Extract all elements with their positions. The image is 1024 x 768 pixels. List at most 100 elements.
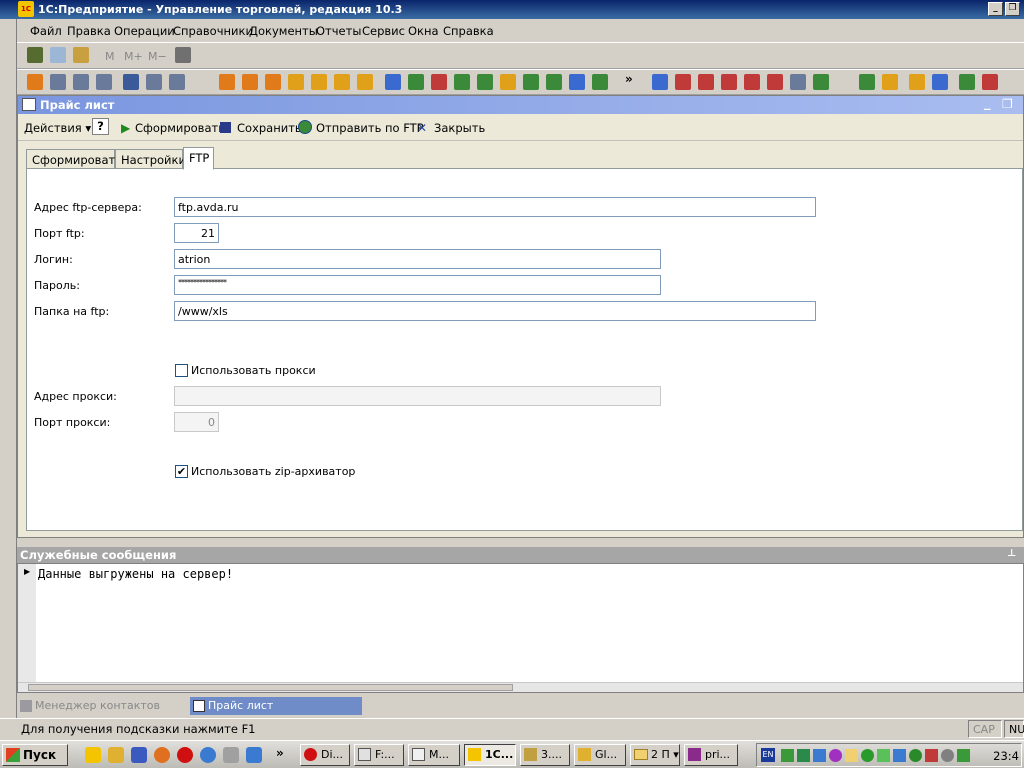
network-icon[interactable] xyxy=(813,749,826,762)
tray-icon-8[interactable] xyxy=(893,749,906,762)
report-icon-3[interactable] xyxy=(698,74,714,90)
journal-icon[interactable] xyxy=(27,74,43,90)
goods-icon-3[interactable] xyxy=(265,74,281,90)
report-icon[interactable] xyxy=(652,74,668,90)
pin-icon[interactable]: ⊥ xyxy=(1007,548,1016,559)
menu-help[interactable]: Справка xyxy=(443,24,494,38)
menu-file[interactable]: Файл xyxy=(30,24,62,38)
password-field[interactable]: **************** xyxy=(174,275,661,295)
warehouse-icon[interactable] xyxy=(311,74,327,90)
save-button[interactable]: Сохранить xyxy=(237,121,302,135)
ie-icon[interactable] xyxy=(200,747,216,763)
clock[interactable]: 23:4 xyxy=(993,749,1019,763)
menu-service[interactable]: Сервис xyxy=(362,24,405,38)
quicklaunch-app-icon[interactable] xyxy=(108,747,124,763)
refresh-icon[interactable] xyxy=(859,74,875,90)
printer-icon[interactable] xyxy=(50,74,66,90)
send-ftp-button[interactable]: Отправить по FTP xyxy=(316,121,424,135)
doc-restore-button[interactable]: ❐ xyxy=(1002,97,1013,111)
tray-icon-11[interactable] xyxy=(941,749,954,762)
tray-icon-9[interactable] xyxy=(909,749,922,762)
firefox-icon[interactable] xyxy=(154,747,170,763)
menu-edit[interactable]: Правка xyxy=(67,24,111,38)
tray-icon-6[interactable] xyxy=(861,749,874,762)
document-icon-5[interactable] xyxy=(477,74,493,90)
report-icon-4[interactable] xyxy=(744,74,760,90)
minimize-button[interactable]: _ xyxy=(988,2,1003,16)
taskbar-item-3[interactable]: M... xyxy=(408,744,460,766)
document-icon[interactable] xyxy=(385,74,401,90)
use-proxy-checkbox[interactable] xyxy=(175,364,188,377)
horizontal-scrollbar[interactable] xyxy=(18,682,1023,692)
document-icon-6[interactable] xyxy=(523,74,539,90)
report-icon-2[interactable] xyxy=(675,74,691,90)
users-icon[interactable] xyxy=(123,74,139,90)
ftp-address-field[interactable]: ftp.avda.ru xyxy=(174,197,816,217)
help-button[interactable]: ? xyxy=(92,118,109,135)
window-tab-contacts[interactable]: Менеджер контактов xyxy=(17,697,189,715)
use-zip-label[interactable]: Использовать zip-архиватор xyxy=(191,465,355,478)
menu-windows[interactable]: Окна xyxy=(408,24,439,38)
restore-button[interactable]: ❐ xyxy=(1005,2,1020,16)
document-icon-3[interactable] xyxy=(431,74,447,90)
window-tab-price-list[interactable]: Прайс лист xyxy=(190,697,362,715)
transfer-icon-2[interactable] xyxy=(982,74,998,90)
taskbar-item-1[interactable]: Di... xyxy=(300,744,350,766)
app-title-bar[interactable]: 1C 1С:Предприятие - Управление торговлей… xyxy=(0,0,1024,19)
report-icon-7[interactable] xyxy=(813,74,829,90)
quicklaunch-1c-icon[interactable] xyxy=(85,747,101,763)
toolbar-overflow-icon[interactable]: » xyxy=(625,72,633,86)
use-proxy-label[interactable]: Использовать прокси xyxy=(191,364,316,377)
memory-minus-button[interactable]: M− xyxy=(148,50,167,63)
close-button[interactable]: Закрыть xyxy=(434,121,485,135)
taskbar-item-7[interactable]: 2 П ▾ xyxy=(630,744,680,766)
tray-icon-1[interactable] xyxy=(781,749,794,762)
quicklaunch-folder-icon[interactable] xyxy=(223,747,239,763)
tab-ftp[interactable]: FTP xyxy=(183,147,214,170)
menu-reports[interactable]: Отчеты xyxy=(316,24,361,38)
document-title-bar[interactable]: Прайс лист _ ❐ xyxy=(18,96,1023,114)
printer-icon-2[interactable] xyxy=(73,74,89,90)
tab-settings[interactable]: Настройки xyxy=(115,149,186,169)
tray-icon-7[interactable] xyxy=(877,749,890,762)
report-icon-5[interactable] xyxy=(767,74,783,90)
goods-icon-2[interactable] xyxy=(242,74,258,90)
quicklaunch-disk-icon[interactable] xyxy=(131,747,147,763)
goods-icon[interactable] xyxy=(219,74,235,90)
quicklaunch-app2-icon[interactable] xyxy=(246,747,262,763)
tray-icon-10[interactable] xyxy=(925,749,938,762)
proxy-address-field[interactable] xyxy=(174,386,661,406)
taskbar-item-6[interactable]: Gl... xyxy=(574,744,626,766)
list-icon[interactable] xyxy=(146,74,162,90)
chart-icon[interactable] xyxy=(909,74,925,90)
calendar-icon[interactable] xyxy=(50,47,66,63)
menu-documents[interactable]: Документы xyxy=(249,24,318,38)
tray-icon-5[interactable] xyxy=(845,749,858,762)
opera-icon[interactable] xyxy=(177,747,193,763)
use-zip-checkbox[interactable]: ✔ xyxy=(175,465,188,478)
taskbar-item-8[interactable]: pri... xyxy=(684,744,738,766)
proxy-port-field[interactable]: 0 xyxy=(174,412,219,432)
taskbar-item-2[interactable]: F:... xyxy=(354,744,404,766)
exchange-icon[interactable] xyxy=(882,74,898,90)
start-button[interactable]: Пуск xyxy=(2,744,68,766)
document-icon-4[interactable] xyxy=(454,74,470,90)
document-icon-8[interactable] xyxy=(569,74,585,90)
calculator-icon[interactable] xyxy=(27,47,43,63)
chart-icon-2[interactable] xyxy=(932,74,948,90)
tab-generate[interactable]: Сформировать xyxy=(26,149,122,169)
document-icon-9[interactable] xyxy=(592,74,608,90)
report-icon-6[interactable] xyxy=(790,74,806,90)
coins-icon[interactable] xyxy=(288,74,304,90)
tools-icon[interactable] xyxy=(175,47,191,63)
coins-icon-2[interactable] xyxy=(334,74,350,90)
sum-icon[interactable] xyxy=(721,74,737,90)
quicklaunch-overflow-icon[interactable]: » xyxy=(276,746,284,760)
tray-icon-4[interactable] xyxy=(829,749,842,762)
scrollbar-thumb[interactable] xyxy=(28,684,513,691)
doc-minimize-button[interactable]: _ xyxy=(984,96,991,111)
actions-menu-button[interactable]: Действия ▾ xyxy=(24,121,91,135)
user-icon[interactable] xyxy=(73,47,89,63)
transfer-icon[interactable] xyxy=(959,74,975,90)
menu-catalogs[interactable]: Справочники xyxy=(173,24,253,38)
